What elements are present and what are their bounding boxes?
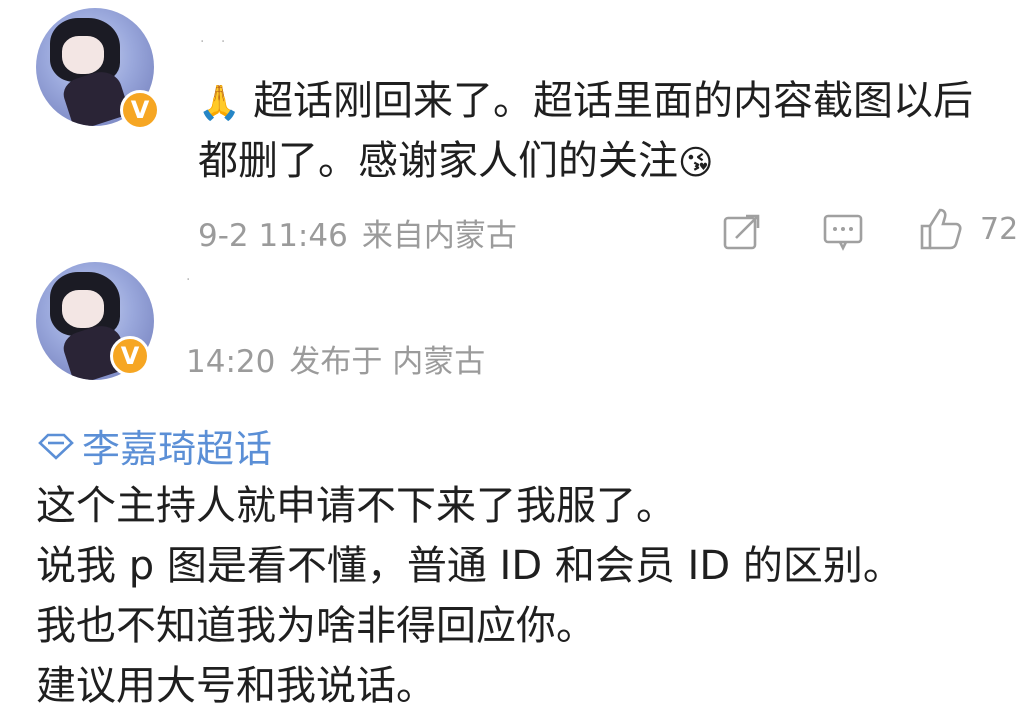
post-line: 说我 p 图是看不懂，普通 ID 和会员 ID 的区别。	[36, 543, 903, 589]
post-line: 建议用大号和我说话。	[36, 663, 436, 709]
post-location: 发布于 内蒙古	[289, 344, 486, 380]
post-body: 这个主持人就申请不下来了我服了。 说我 p 图是看不懂，普通 ID 和会员 ID…	[36, 476, 1006, 716]
kiss-emoji: 😘	[678, 143, 714, 183]
forward-icon[interactable]	[722, 212, 762, 252]
topic-link[interactable]: 李嘉琦超话	[36, 418, 272, 473]
comment-icon[interactable]	[822, 212, 864, 252]
comment-text: 🙏 超话刚回来了。超话里面的内容截图以后 都删了。感谢家人们的关注😘	[198, 72, 1008, 192]
like-icon[interactable]	[918, 206, 964, 252]
comment-username[interactable]: · ·	[200, 34, 231, 50]
verified-badge: V	[120, 90, 160, 130]
post-line: 这个主持人就申请不下来了我服了。	[36, 483, 676, 529]
comment-meta: 9-2 11:46 来自内蒙古	[198, 210, 517, 255]
comment-location: 来自内蒙古	[361, 218, 517, 254]
pray-emoji: 🙏	[198, 83, 241, 123]
post-line: 我也不知道我为啥非得回应你。	[36, 603, 596, 649]
verified-badge: V	[110, 336, 150, 376]
comment-line-1: 超话刚回来了。超话里面的内容截图以后	[253, 78, 974, 124]
diamond-icon	[38, 433, 74, 460]
comment-date: 9-2 11:46	[198, 218, 348, 254]
post-time: 14:20	[186, 344, 276, 380]
post-username[interactable]: ·	[186, 272, 196, 288]
like-count: 72	[980, 212, 1019, 247]
topic-label: 李嘉琦超话	[82, 427, 273, 471]
comment-line-2: 都删了。感谢家人们的关注	[198, 138, 678, 184]
post-meta: 14:20 发布于 内蒙古	[186, 336, 485, 381]
